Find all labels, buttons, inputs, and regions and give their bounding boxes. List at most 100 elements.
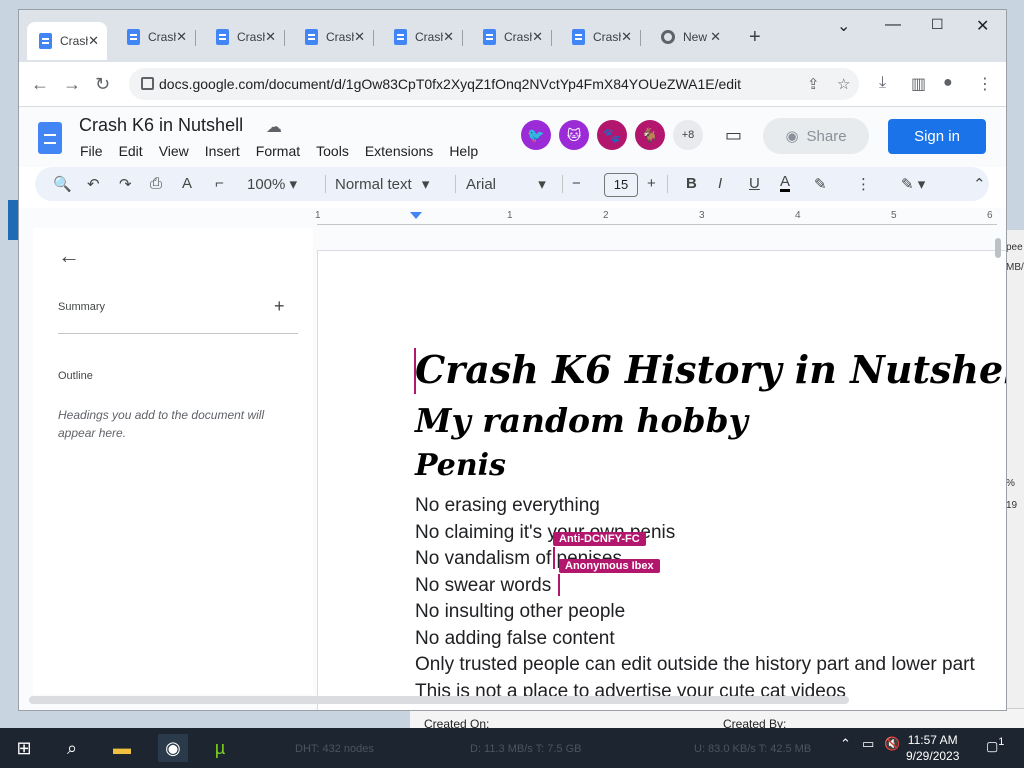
- share-button[interactable]: ◉ Share: [763, 118, 869, 154]
- rule-line[interactable]: No insulting other people: [415, 601, 625, 623]
- rule-line[interactable]: Only trusted people can edit outside the…: [415, 654, 975, 676]
- network-icon[interactable]: ▭: [862, 736, 874, 752]
- docs-logo-icon[interactable]: [38, 122, 62, 154]
- undo-icon[interactable]: ↶: [87, 175, 100, 193]
- system-clock[interactable]: 11:57 AM 9/29/2023: [906, 732, 959, 764]
- font-size-input[interactable]: 15: [604, 173, 638, 197]
- redo-icon[interactable]: ↷: [119, 175, 132, 193]
- chrome-taskbar-icon[interactable]: ◉: [158, 734, 188, 762]
- profile-icon[interactable]: ●: [943, 74, 953, 92]
- browser-window: Crash✕ Crash✕ Crash✕ Crash✕ Crash✕ Crash…: [19, 10, 1006, 710]
- address-bar[interactable]: docs.google.com/document/d/1gOw83CpT0fx2…: [129, 68, 859, 100]
- menu-file[interactable]: File: [80, 143, 103, 159]
- notification-center-icon[interactable]: ▢1: [986, 736, 1004, 754]
- italic-button[interactable]: I: [718, 175, 722, 192]
- utorrent-icon[interactable]: µ: [206, 734, 234, 762]
- forward-icon[interactable]: →: [63, 74, 81, 95]
- menu-tools[interactable]: Tools: [316, 143, 349, 159]
- file-explorer-icon[interactable]: ▬: [108, 734, 136, 762]
- docs-header: Crash K6 in Nutshell ☁ File Edit View In…: [19, 107, 1006, 167]
- close-tab-icon[interactable]: ✕: [443, 29, 454, 45]
- document-page[interactable]: Crash K6 History in Nutshell My random h…: [318, 251, 1006, 710]
- menu-format[interactable]: Format: [256, 143, 300, 159]
- reload-icon[interactable]: ↻: [95, 74, 110, 95]
- avatar-ibex[interactable]: 🐐: [635, 120, 665, 150]
- tab-docs-5[interactable]: Crash✕: [382, 24, 463, 50]
- background-app-edge: pee MB/% 19: [1004, 230, 1024, 710]
- tab-new-tab[interactable]: New ✕: [649, 24, 729, 50]
- search-icon[interactable]: ⌕: [58, 734, 86, 762]
- tab-docs-2[interactable]: Crash✕: [115, 24, 196, 50]
- heading-1[interactable]: Crash K6 History in Nutshell: [415, 347, 1006, 392]
- close-tab-icon[interactable]: ✕: [532, 29, 543, 45]
- menu-insert[interactable]: Insert: [205, 143, 240, 159]
- vertical-scrollbar[interactable]: [995, 238, 1001, 258]
- hide-menus-icon[interactable]: ⌃: [973, 175, 986, 193]
- rule-line[interactable]: No erasing everything: [415, 495, 600, 517]
- side-panel-icon[interactable]: ▥: [911, 74, 926, 94]
- docs-icon: [394, 29, 407, 45]
- show-hidden-icons[interactable]: ⌃: [840, 736, 851, 752]
- editing-mode-icon[interactable]: ✎ ▾: [901, 175, 925, 193]
- rule-line[interactable]: No swear words: [415, 575, 551, 597]
- close-tab-icon[interactable]: ✕: [354, 29, 365, 45]
- bold-button[interactable]: B: [686, 175, 697, 192]
- more-options-icon[interactable]: ⋮: [856, 175, 871, 193]
- tab-docs-6[interactable]: Crash✕: [471, 24, 552, 50]
- tab-search-icon[interactable]: ⌄: [837, 16, 850, 36]
- print-icon[interactable]: ⎙: [150, 175, 162, 192]
- horizontal-scrollbar[interactable]: [29, 696, 849, 704]
- underline-button[interactable]: U: [749, 175, 760, 192]
- tab-docs-3[interactable]: Crash✕: [204, 24, 285, 50]
- download-icon[interactable]: ⤓: [879, 74, 886, 92]
- indent-marker[interactable]: [410, 212, 422, 219]
- menu-view[interactable]: View: [159, 143, 189, 159]
- menu-help[interactable]: Help: [449, 143, 478, 159]
- rule-line[interactable]: No adding false content: [415, 628, 615, 650]
- comment-history-icon[interactable]: ▭: [725, 125, 742, 146]
- url-text[interactable]: docs.google.com/document/d/1gOw83CpT0fx2…: [159, 76, 741, 92]
- add-summary-button[interactable]: +: [274, 296, 285, 317]
- minimize-button[interactable]: —: [885, 16, 901, 34]
- avatar-more[interactable]: +8: [673, 120, 703, 150]
- zoom-select[interactable]: 100% ▾: [247, 175, 297, 193]
- back-arrow-icon[interactable]: ←: [58, 243, 80, 269]
- close-tab-icon[interactable]: ✕: [265, 29, 276, 45]
- menu-edit[interactable]: Edit: [119, 143, 143, 159]
- back-icon[interactable]: ←: [31, 74, 49, 95]
- maximize-button[interactable]: ☐: [931, 16, 944, 33]
- decrease-font-size-button[interactable]: −: [572, 175, 581, 192]
- share-page-icon[interactable]: ⇪: [807, 75, 820, 93]
- close-window-button[interactable]: ✕: [976, 16, 989, 36]
- avatar-animal[interactable]: 🐾: [597, 120, 627, 150]
- font-select[interactable]: Arial ▾: [466, 175, 546, 193]
- bookmark-star-icon[interactable]: ☆: [837, 75, 850, 93]
- paint-format-icon[interactable]: ⌐: [215, 175, 224, 192]
- volume-muted-icon[interactable]: 🔇: [884, 736, 900, 752]
- tab-docs-4[interactable]: Crash✕: [293, 24, 374, 50]
- close-tab-icon[interactable]: ✕: [176, 29, 187, 45]
- increase-font-size-button[interactable]: +: [647, 175, 656, 192]
- text-color-button[interactable]: A: [780, 174, 791, 192]
- outline-hint: Headings you add to the document will ap…: [58, 408, 265, 440]
- highlight-icon[interactable]: ✎: [814, 175, 827, 193]
- document-title[interactable]: Crash K6 in Nutshell: [79, 115, 243, 136]
- tab-docs-1[interactable]: Crash✕: [27, 22, 107, 60]
- heading-3[interactable]: Penis: [415, 448, 506, 483]
- avatar-cat[interactable]: 🐱: [559, 120, 589, 150]
- heading-2[interactable]: My random hobby: [415, 401, 748, 440]
- start-icon[interactable]: ⊞: [10, 734, 38, 762]
- spellcheck-icon[interactable]: A: [182, 175, 192, 192]
- tab-docs-7[interactable]: Crash✕: [560, 24, 641, 50]
- menu-extensions[interactable]: Extensions: [365, 143, 433, 159]
- paragraph-style-select[interactable]: Normal text ▾: [335, 175, 429, 193]
- avatar-bird[interactable]: 🐦: [521, 120, 551, 150]
- close-tab-icon[interactable]: ✕: [88, 33, 99, 49]
- cloud-status-icon[interactable]: ☁: [266, 117, 282, 137]
- chrome-menu-icon[interactable]: ⋮: [977, 74, 993, 94]
- new-tab-button[interactable]: +: [749, 26, 761, 49]
- search-menus-icon[interactable]: 🔍: [53, 175, 72, 193]
- close-tab-icon[interactable]: ✕: [621, 29, 632, 45]
- sign-in-button[interactable]: Sign in: [888, 119, 986, 154]
- close-tab-icon[interactable]: ✕: [710, 29, 721, 45]
